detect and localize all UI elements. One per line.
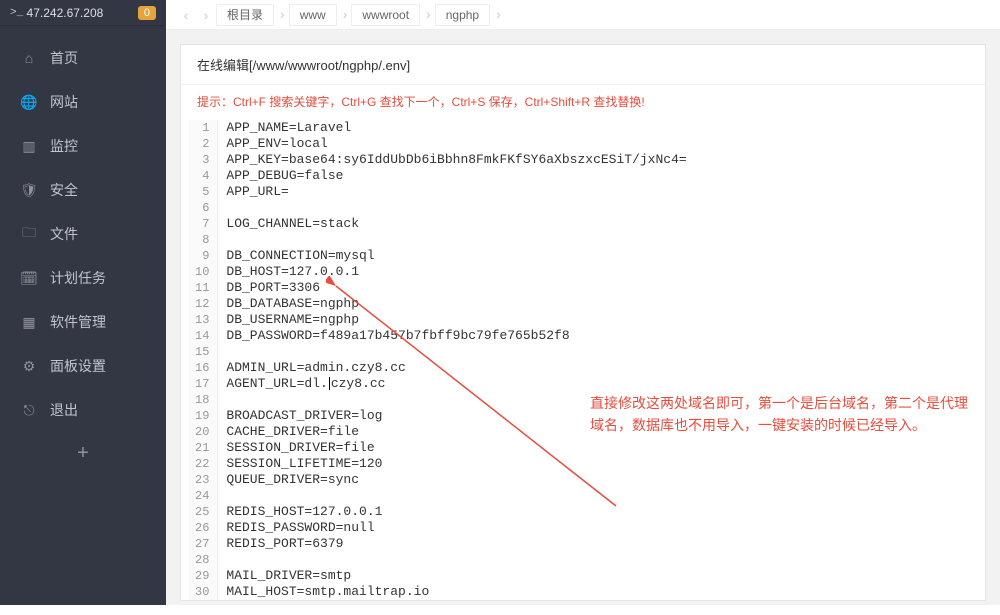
sidebar-item-grid[interactable]: ▦ 软件管理	[0, 300, 166, 344]
nav-forward-icon[interactable]: ›	[198, 7, 214, 23]
sidebar-item-label: 面板设置	[50, 356, 106, 376]
code-line[interactable]	[226, 552, 985, 568]
sidebar-item-gear[interactable]: ⚙ 面板设置	[0, 344, 166, 388]
code-lines[interactable]: APP_NAME=LaravelAPP_ENV=localAPP_KEY=bas…	[218, 120, 985, 600]
code-line[interactable]: ADMIN_URL=admin.czy8.cc	[226, 360, 985, 376]
breadcrumb-part[interactable]: ngphp	[435, 4, 490, 26]
server-ip: 47.242.67.208	[27, 6, 138, 20]
notification-badge[interactable]: 0	[138, 6, 156, 20]
add-menu-button[interactable]: +	[0, 442, 166, 465]
main: ‹ › 根目录›www›wwwroot›ngphp› 在线编辑[/www/www…	[166, 0, 1000, 605]
editor-title: 在线编辑[/www/wwwroot/ngphp/.env]	[181, 45, 985, 85]
editor-hint: 提示：Ctrl+F 搜索关键字，Ctrl+G 查找下一个，Ctrl+S 保存，C…	[181, 93, 985, 120]
globe-icon: 🌐	[20, 93, 38, 111]
code-line[interactable]	[226, 488, 985, 504]
sidebar-item-label: 退出	[50, 400, 78, 420]
sidebar-item-label: 监控	[50, 136, 78, 156]
sidebar-item-chart[interactable]: ▥ 监控	[0, 124, 166, 168]
code-line[interactable]: DB_USERNAME=ngphp	[226, 312, 985, 328]
code-line[interactable]: APP_DEBUG=false	[226, 168, 985, 184]
text-cursor	[329, 377, 330, 390]
exit-icon: ⎋	[20, 401, 38, 419]
code-line[interactable]: APP_ENV=local	[226, 136, 985, 152]
code-line[interactable]: MAIL_DRIVER=smtp	[226, 568, 985, 584]
code-line[interactable]: APP_URL=	[226, 184, 985, 200]
sidebar-item-shield[interactable]: 🛡 安全	[0, 168, 166, 212]
breadcrumb: ‹ › 根目录›www›wwwroot›ngphp›	[166, 0, 1000, 30]
chart-icon: ▥	[20, 137, 38, 155]
sidebar-item-globe[interactable]: 🌐 网站	[0, 80, 166, 124]
annotation-text: 直接修改这两处域名即可，第一个是后台域名，第二个是代理域名，数据库也不用导入，一…	[590, 392, 970, 437]
code-line[interactable]: MAIL_HOST=smtp.mailtrap.io	[226, 584, 985, 600]
code-line[interactable]: DB_HOST=127.0.0.1	[226, 264, 985, 280]
code-line[interactable]	[226, 200, 985, 216]
chevron-right-icon: ›	[280, 6, 285, 22]
sidebar: >_ 47.242.67.208 0 ⌂ 首页 🌐 网站 ▥ 监控 🛡 安全 🗀 文件 🗓 计划任务 ▦…	[0, 0, 166, 605]
chevron-right-icon: ›	[426, 6, 431, 22]
nav: ⌂ 首页 🌐 网站 ▥ 监控 🛡 安全 🗀 文件 🗓 计划任务 ▦ 软件管理 ⚙ 面板设置 ⎋ 退出	[0, 26, 166, 432]
sidebar-item-label: 首页	[50, 48, 78, 68]
sidebar-item-label: 网站	[50, 92, 78, 112]
nav-back-icon[interactable]: ‹	[178, 7, 194, 23]
code-line[interactable]: APP_NAME=Laravel	[226, 120, 985, 136]
code-line[interactable]: SESSION_DRIVER=file	[226, 440, 985, 456]
code-line[interactable]: AGENT_URL=dl.czy8.cc	[226, 376, 985, 392]
breadcrumb-part[interactable]: 根目录	[216, 4, 274, 26]
sidebar-item-label: 软件管理	[50, 312, 106, 332]
sidebar-item-label: 计划任务	[50, 268, 106, 288]
code-line[interactable]: APP_KEY=base64:sy6IddUbDb6iBbhn8FmkFKfSY…	[226, 152, 985, 168]
code-line[interactable]: QUEUE_DRIVER=sync	[226, 472, 985, 488]
sidebar-header: >_ 47.242.67.208 0	[0, 0, 166, 26]
code-line[interactable]: REDIS_PASSWORD=null	[226, 520, 985, 536]
breadcrumb-part[interactable]: www	[289, 4, 337, 26]
home-icon: ⌂	[20, 49, 38, 67]
editor-panel: 在线编辑[/www/wwwroot/ngphp/.env] 提示：Ctrl+F …	[180, 44, 986, 601]
code-line[interactable]: DB_CONNECTION=mysql	[226, 248, 985, 264]
code-line[interactable]	[226, 344, 985, 360]
code-line[interactable]: REDIS_PORT=6379	[226, 536, 985, 552]
sidebar-item-exit[interactable]: ⎋ 退出	[0, 388, 166, 432]
code-line[interactable]: REDIS_HOST=127.0.0.1	[226, 504, 985, 520]
code-line[interactable]: DB_DATABASE=ngphp	[226, 296, 985, 312]
sidebar-item-clock[interactable]: 🗓 计划任务	[0, 256, 166, 300]
line-gutter: 1234567891011121314151617181920212223242…	[189, 120, 218, 600]
sidebar-item-folder[interactable]: 🗀 文件	[0, 212, 166, 256]
sidebar-item-label: 文件	[50, 224, 78, 244]
gear-icon: ⚙	[20, 357, 38, 375]
sidebar-item-home[interactable]: ⌂ 首页	[0, 36, 166, 80]
clock-icon: 🗓	[20, 269, 38, 287]
grid-icon: ▦	[20, 313, 38, 331]
shield-icon: 🛡	[20, 181, 38, 199]
code-line[interactable]	[226, 232, 985, 248]
sidebar-item-label: 安全	[50, 180, 78, 200]
content-area: 在线编辑[/www/wwwroot/ngphp/.env] 提示：Ctrl+F …	[166, 30, 1000, 615]
code-line[interactable]: DB_PASSWORD=f489a17b457b7fbff9bc79fe765b…	[226, 328, 985, 344]
chevron-right-icon: ›	[343, 6, 348, 22]
code-line[interactable]: LOG_CHANNEL=stack	[226, 216, 985, 232]
folder-icon: 🗀	[20, 225, 38, 243]
code-line[interactable]: SESSION_LIFETIME=120	[226, 456, 985, 472]
chevron-right-icon: ›	[496, 6, 501, 22]
terminal-icon: >_	[10, 7, 23, 19]
breadcrumb-part[interactable]: wwwroot	[351, 4, 420, 26]
code-line[interactable]: DB_PORT=3306	[226, 280, 985, 296]
code-editor[interactable]: 1234567891011121314151617181920212223242…	[181, 120, 985, 600]
